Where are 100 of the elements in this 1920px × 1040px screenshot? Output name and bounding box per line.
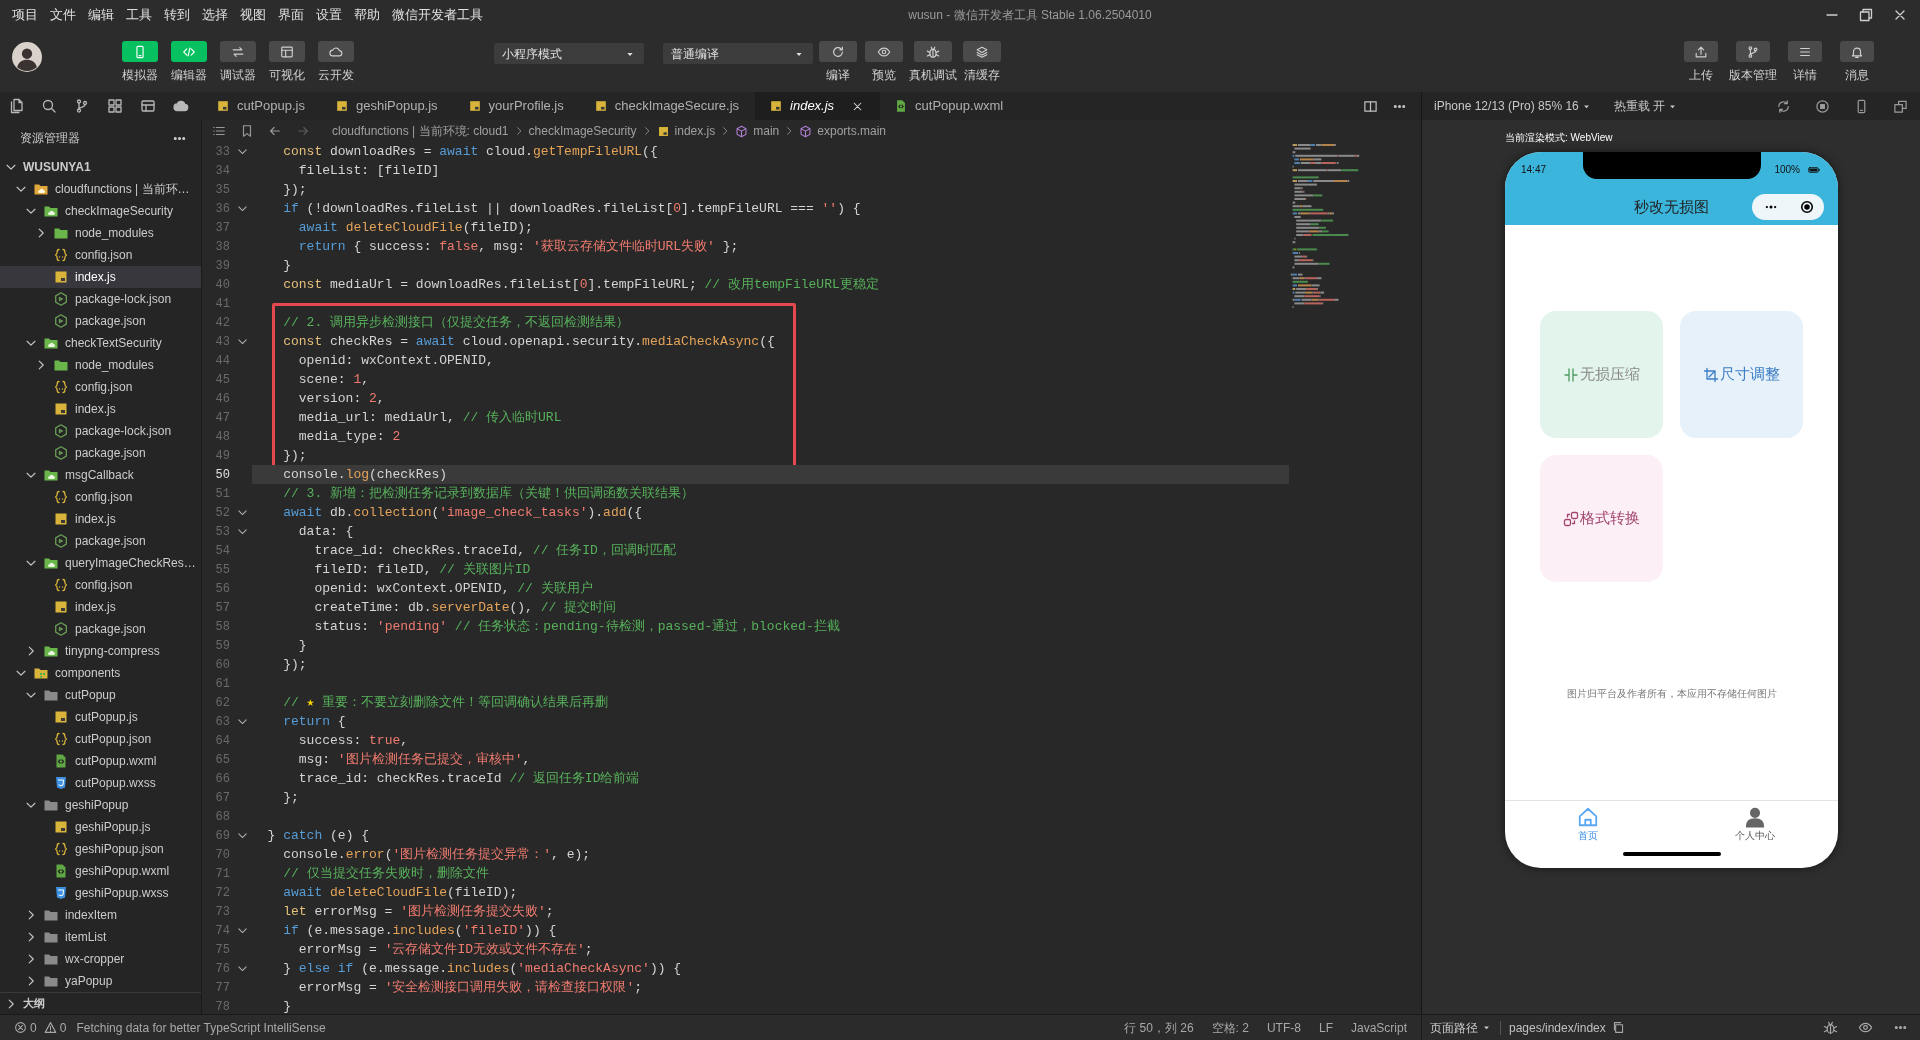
tree-item[interactable]: config.json [0, 376, 201, 398]
tree-item[interactable]: geshiPopup.wxml [0, 860, 201, 882]
target-icon[interactable] [1799, 200, 1814, 214]
tree-item[interactable]: package.json [0, 530, 201, 552]
tree-item[interactable]: config.json [0, 244, 201, 266]
feature-card[interactable]: 格式转换 [1540, 455, 1663, 582]
menu-item[interactable]: 选择 [196, 5, 234, 25]
editor-tab[interactable]: index.js [755, 92, 881, 120]
tree-item[interactable]: index.js [0, 596, 201, 618]
back-arrow-icon[interactable] [268, 124, 282, 138]
tree-item[interactable]: queryImageCheckRes… [0, 552, 201, 574]
menu-item[interactable]: 微信开发者工具 [386, 5, 489, 25]
tree-item[interactable]: node_modules [0, 222, 201, 244]
menu-item[interactable]: 转到 [158, 5, 196, 25]
files-icon[interactable] [8, 98, 24, 114]
tree-item[interactable]: cutPopup.wxss [0, 772, 201, 794]
search-icon[interactable] [41, 98, 57, 114]
menu-item[interactable]: 帮助 [348, 5, 386, 25]
tree-item[interactable]: package.json [0, 442, 201, 464]
status-item[interactable]: 空格: 2 [1211, 1018, 1249, 1037]
branch-icon[interactable] [74, 98, 90, 114]
toolbar-button[interactable]: 预览 [861, 41, 907, 84]
breadcrumb-item[interactable]: main [735, 122, 780, 140]
toolbar-button[interactable]: 版本管理 [1727, 41, 1779, 84]
toolbar-button[interactable]: 模拟器 [120, 41, 160, 84]
tree-item[interactable]: package.json [0, 310, 201, 332]
tree-item[interactable]: components [0, 662, 201, 684]
toolbar-button[interactable]: 详情 [1779, 41, 1831, 84]
tree-item[interactable]: node_modules [0, 354, 201, 376]
tree-item[interactable]: cutPopup.wxml [0, 750, 201, 772]
toolbar-button[interactable]: 编辑器 [169, 41, 209, 84]
tree-item[interactable]: config.json [0, 574, 201, 596]
feature-card[interactable]: 尺寸调整 [1680, 311, 1803, 438]
editor-tab[interactable]: geshiPopup.js [320, 92, 454, 120]
editor-tab[interactable]: checkImageSecure.js [579, 92, 756, 120]
tree-item[interactable]: index.js [0, 508, 201, 530]
tree-item[interactable]: geshiPopup.js [0, 816, 201, 838]
tree-item[interactable]: geshiPopup [0, 794, 201, 816]
problems-button[interactable]: 0 0 [14, 1018, 67, 1037]
page-path-dropdown[interactable]: 页面路径 [1430, 1018, 1492, 1037]
toolbar-button[interactable]: 云开发 [316, 41, 356, 84]
status-item[interactable]: UTF-8 [1266, 1018, 1301, 1037]
tree-item[interactable]: config.json [0, 486, 201, 508]
status-item[interactable]: LF [1318, 1018, 1333, 1037]
record-icon[interactable] [1815, 98, 1830, 114]
cloud-icon[interactable] [173, 98, 189, 114]
tree-item[interactable]: tinypng-compress [0, 640, 201, 662]
menu-item[interactable]: 设置 [310, 5, 348, 25]
dropdown[interactable]: 小程序模式 [494, 43, 644, 64]
tree-item[interactable]: index.js [0, 398, 201, 420]
status-item[interactable]: JavaScript [1350, 1018, 1407, 1037]
tree-item[interactable]: geshiPopup.wxss [0, 882, 201, 904]
tree-item[interactable]: indexItem [0, 904, 201, 926]
hot-reload-dropdown[interactable]: 热重载 开 [1613, 97, 1679, 115]
breadcrumb-item[interactable]: index.js [656, 122, 716, 140]
capsule-button[interactable] [1752, 194, 1824, 220]
split-editor-icon[interactable] [1363, 98, 1378, 114]
restore-icon[interactable] [1858, 7, 1874, 23]
toolbar-button[interactable]: 编译 [815, 41, 861, 84]
menu-item[interactable]: 文件 [44, 5, 82, 25]
windows-icon[interactable] [1893, 98, 1908, 114]
bug-icon[interactable] [1823, 1020, 1838, 1035]
tree-item[interactable]: msgCallback [0, 464, 201, 486]
tree-item[interactable]: geshiPopup.json [0, 838, 201, 860]
tree-item[interactable]: index.js [0, 266, 201, 288]
tree-item[interactable]: package-lock.json [0, 420, 201, 442]
menu-item[interactable]: 视图 [234, 5, 272, 25]
tree-item[interactable]: cutPopup.json [0, 728, 201, 750]
toolbar-button[interactable]: 可视化 [267, 41, 307, 84]
breadcrumb-item[interactable]: exports.main [799, 122, 886, 140]
tree-item[interactable]: itemList [0, 926, 201, 948]
dropdown[interactable]: 普通编译 [663, 43, 813, 64]
tree-item[interactable]: checkImageSecurity [0, 200, 201, 222]
panel-icon[interactable] [140, 98, 156, 114]
menu-item[interactable]: 工具 [120, 5, 158, 25]
toolbar-button[interactable]: 消息 [1831, 41, 1883, 84]
eye-icon[interactable] [1858, 1020, 1873, 1035]
tree-item[interactable]: wx-cropper [0, 948, 201, 970]
menu-item[interactable]: 项目 [6, 5, 44, 25]
tree-item[interactable]: cutPopup [0, 684, 201, 706]
tree-item[interactable]: yaPopup [0, 970, 201, 992]
grid-icon[interactable] [107, 98, 123, 114]
editor-tab[interactable]: cutPopup.js [202, 92, 321, 120]
toolbar-button[interactable]: 上传 [1675, 41, 1727, 84]
device-dropdown[interactable]: iPhone 12/13 (Pro) 85% 16 [1434, 97, 1592, 115]
tree-item[interactable]: package.json [0, 618, 201, 640]
breadcrumb-item[interactable]: cloudfunctions | 当前环境: cloud1 [332, 122, 509, 140]
tree-item[interactable]: package-lock.json [0, 288, 201, 310]
status-item[interactable]: 行 50，列 26 [1124, 1018, 1194, 1037]
tree-item[interactable]: cutPopup.js [0, 706, 201, 728]
rotate-icon[interactable] [1776, 98, 1791, 114]
avatar[interactable] [12, 42, 42, 72]
breadcrumb-item[interactable]: checkImageSecurity [528, 122, 637, 140]
editor-tab[interactable]: yourProfile.js [453, 92, 580, 120]
copy-icon[interactable] [1611, 1021, 1625, 1034]
tab-bar-item[interactable]: 个人中心 [1671, 801, 1838, 852]
toolbar-button[interactable]: 调试器 [218, 41, 258, 84]
tree-item[interactable]: cloudfunctions | 当前环… [0, 178, 201, 200]
tree-item[interactable]: checkTextSecurity [0, 332, 201, 354]
menu-item[interactable]: 编辑 [82, 5, 120, 25]
